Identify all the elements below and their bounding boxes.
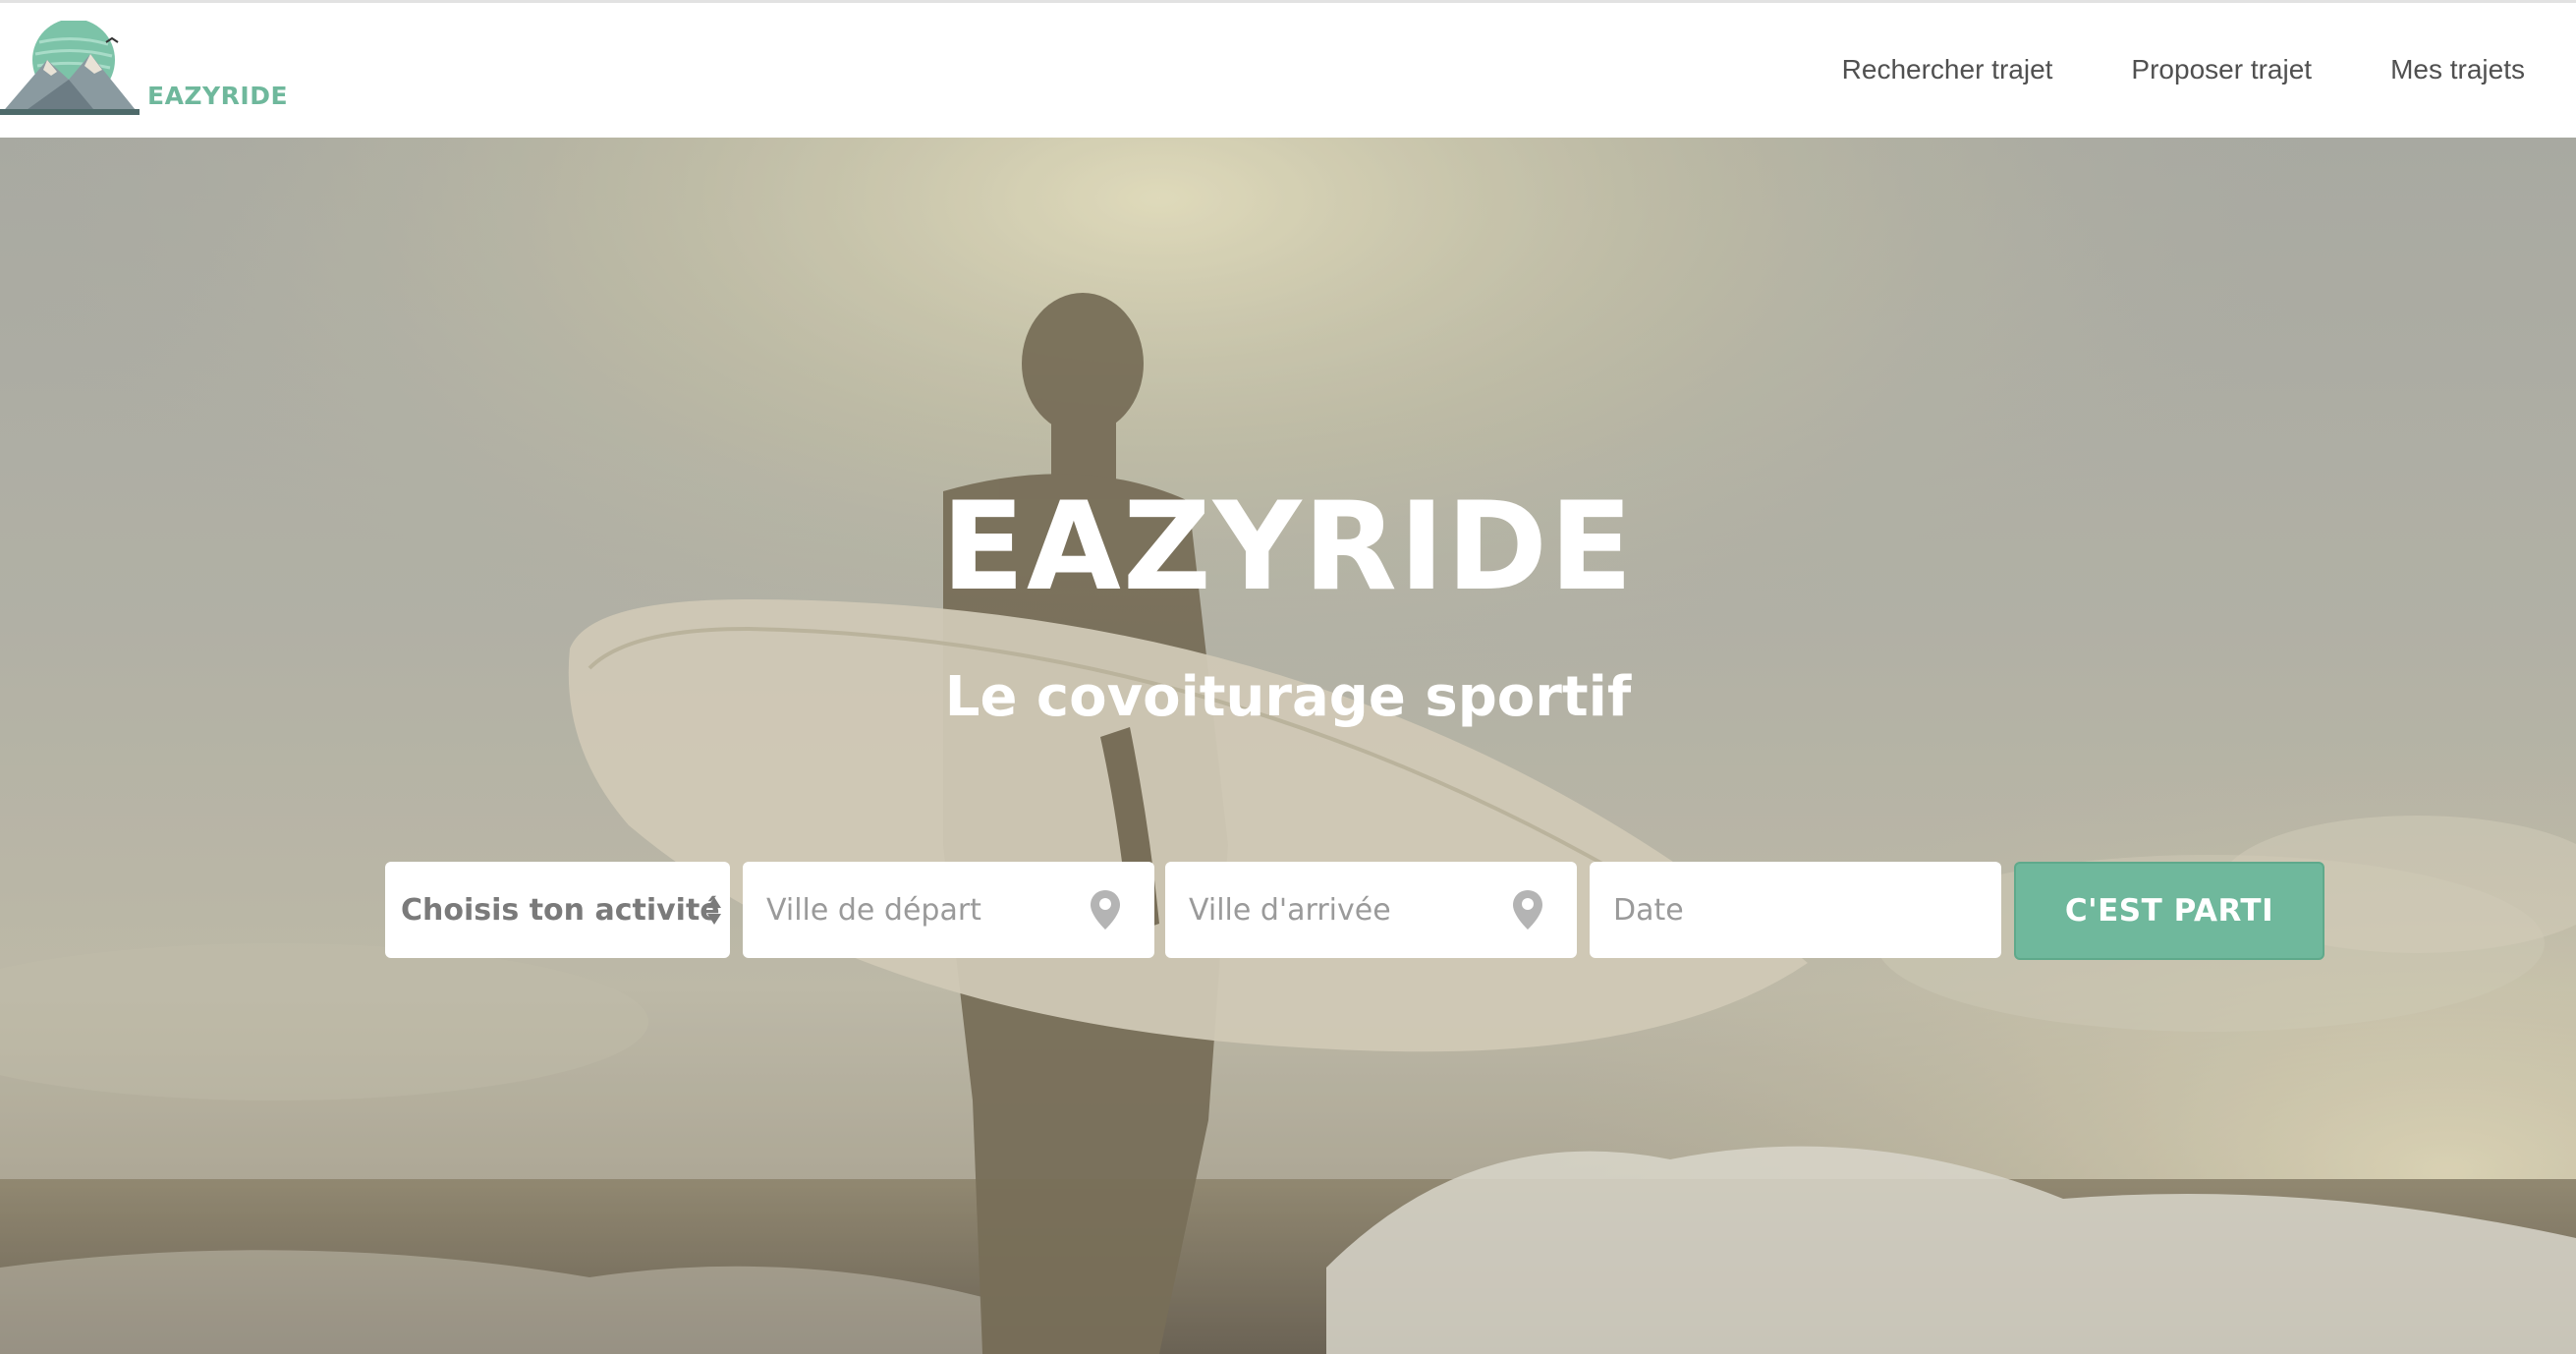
- main-nav: Rechercher trajet Proposer trajet Mes tr…: [1842, 54, 2525, 85]
- nav-link-rechercher-trajet[interactable]: Rechercher trajet: [1842, 54, 2053, 85]
- sort-arrows-icon: [707, 897, 721, 925]
- logo[interactable]: EAZYRIDE: [0, 21, 289, 119]
- activity-select[interactable]: Choisis ton activité: [385, 862, 730, 958]
- departure-city-input[interactable]: Ville de départ: [743, 862, 1154, 958]
- mountain-logo-icon: [0, 21, 140, 115]
- hero-subtitle: Le covoiturage sportif: [944, 665, 1632, 729]
- departure-placeholder: Ville de départ: [766, 892, 981, 928]
- activity-select-value: Choisis ton activité: [401, 892, 720, 928]
- location-pin-icon: [1091, 890, 1120, 930]
- arrival-city-input[interactable]: Ville d'arrivée: [1165, 862, 1577, 958]
- nav-link-proposer-trajet[interactable]: Proposer trajet: [2131, 54, 2312, 85]
- navbar: EAZYRIDE Rechercher trajet Proposer traj…: [0, 0, 2576, 138]
- location-pin-icon: [1513, 890, 1542, 930]
- date-placeholder: Date: [1613, 892, 1684, 928]
- arrival-placeholder: Ville d'arrivée: [1189, 892, 1391, 928]
- nav-link-mes-trajets[interactable]: Mes trajets: [2390, 54, 2525, 85]
- hero-title: EAZYRIDE: [941, 477, 1635, 618]
- page: EAZYRIDE Rechercher trajet Proposer traj…: [0, 0, 2576, 1354]
- hero-section: EAZYRIDE Le covoiturage sportif Choisis …: [0, 138, 2576, 1354]
- hero-background-image: [0, 138, 2576, 1354]
- logo-text: EAZYRIDE: [147, 82, 289, 110]
- date-input[interactable]: Date: [1590, 862, 2001, 958]
- search-submit-button[interactable]: C'EST PARTI: [2014, 862, 2324, 960]
